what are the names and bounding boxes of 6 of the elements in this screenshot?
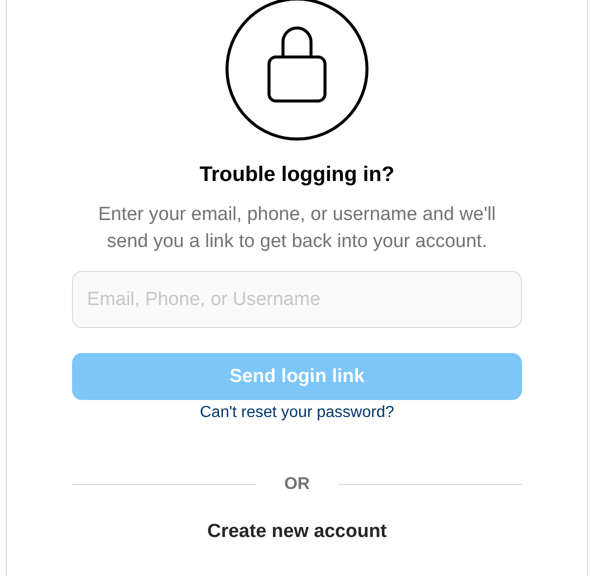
description-text: Enter your email, phone, or username and we'll send you a link to get back into your account. [97, 203, 497, 254]
page-title: Trouble logging in? [200, 163, 394, 187]
divider-text: OR [284, 474, 310, 494]
reset-password-link[interactable]: Can't reset your password? [200, 404, 394, 422]
create-account-link[interactable]: Create new account [207, 521, 387, 543]
lock-icon [225, 0, 369, 141]
